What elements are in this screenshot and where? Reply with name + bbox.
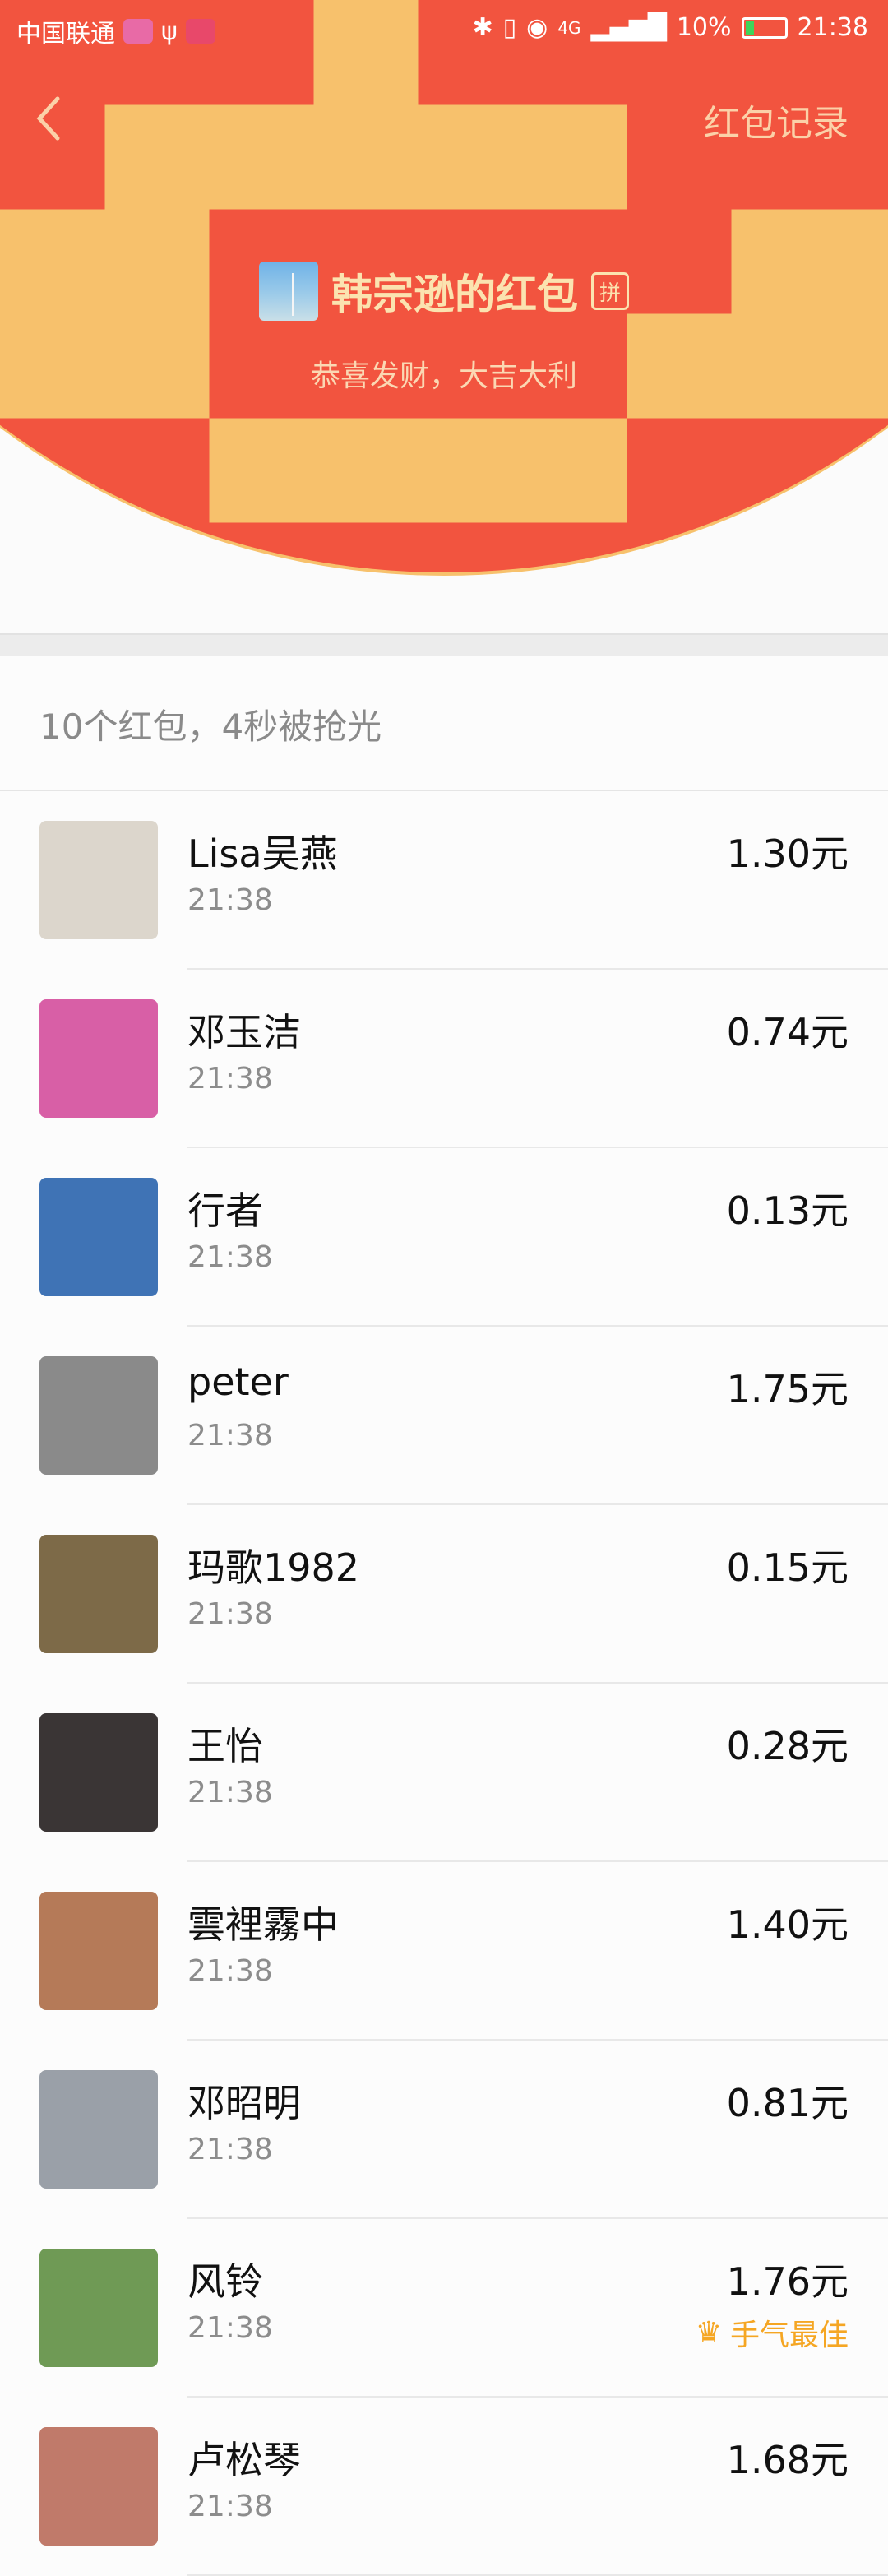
crown-icon: ♛: [695, 2315, 722, 2350]
avatar[interactable]: [39, 999, 158, 1118]
grab-time: 21:38: [187, 883, 273, 917]
list-item[interactable]: 王怡 21:38 0.28元: [0, 1684, 888, 1862]
recipient-name: Lisa吴燕: [187, 832, 338, 876]
back-button[interactable]: [30, 92, 69, 145]
usb-icon: ψ: [161, 16, 178, 46]
grab-time: 21:38: [187, 2311, 273, 2345]
recipient-name: 卢松琴: [187, 2438, 301, 2482]
best-luck-label: 手气最佳: [729, 2319, 849, 2352]
grab-time: 21:38: [187, 1597, 273, 1631]
greeting-message: 恭喜发财，大吉大利: [310, 359, 577, 393]
summary-bar: 10个红包，4秒被抢光: [0, 656, 888, 791]
avatar[interactable]: [39, 2070, 158, 2189]
grab-time: 21:38: [187, 1776, 273, 1809]
carrier-label: 中国联通: [16, 20, 115, 49]
amount: 1.75元: [726, 1367, 849, 1411]
recipient-name: 王怡: [187, 1724, 263, 1768]
list-item[interactable]: 邓玉洁 21:38 0.74元: [0, 970, 888, 1148]
list-item[interactable]: 玛歌1982 21:38 0.15元: [0, 1505, 888, 1684]
grab-time: 21:38: [187, 1954, 273, 1988]
eye-icon: ◉: [526, 13, 548, 42]
status-bar: 中国联通 ψ ✱ ▯ ◉ 4G ▂▄▆█ 10% 21:38: [0, 0, 888, 59]
avatar[interactable]: [39, 2249, 158, 2367]
list-item[interactable]: 卢松琴 21:38 1.68元: [0, 2398, 888, 2576]
recipient-name: 玛歌1982: [187, 1545, 360, 1590]
list-item[interactable]: 风铃 21:38 1.76元 ♛ 手气最佳: [0, 2219, 888, 2398]
grab-time: 21:38: [187, 1419, 273, 1452]
avatar[interactable]: [39, 1356, 158, 1475]
best-luck-badge: ♛ 手气最佳: [696, 2311, 849, 2354]
avatar[interactable]: [39, 1535, 158, 1653]
avatar[interactable]: [39, 1178, 158, 1296]
list-item[interactable]: 行者 21:38 0.13元: [0, 1148, 888, 1327]
amount: 0.28元: [726, 1724, 849, 1768]
app-notification-icon: [123, 19, 153, 44]
vibrate-icon: ▯: [502, 13, 517, 42]
recipient-name: 邓玉洁: [187, 1010, 301, 1054]
avatar[interactable]: [39, 821, 158, 939]
recipient-name: 雲裡霧中: [187, 1902, 339, 1947]
amount: 1.68元: [726, 2438, 849, 2482]
list-item[interactable]: 邓昭明 21:38 0.81元: [0, 2041, 888, 2219]
avatar[interactable]: [39, 1892, 158, 2010]
sender-title: 韩宗逊的红包: [331, 271, 578, 318]
summary-text: 10个红包，4秒被抢光: [39, 707, 382, 747]
grab-time: 21:38: [187, 2490, 273, 2523]
avatar[interactable]: [39, 2427, 158, 2546]
amount: 0.81元: [726, 2081, 849, 2125]
list-item[interactable]: 雲裡霧中 21:38 1.40元: [0, 1862, 888, 2041]
record-list: Lisa吴燕 21:38 1.30元邓玉洁 21:38 0.74元行者 21:38 0.13…: [0, 791, 888, 2576]
chevron-left-icon: [36, 96, 60, 141]
amount: 1.40元: [726, 1902, 849, 1947]
amount: 0.13元: [726, 1188, 849, 1233]
grab-time: 21:38: [187, 1240, 273, 1274]
battery-icon: [741, 16, 788, 39]
list-item[interactable]: Lisa吴燕 21:38 1.30元: [0, 791, 888, 970]
list-item[interactable]: peter 21:38 1.75元: [0, 1327, 888, 1505]
recipient-name: 风铃: [187, 2259, 263, 2304]
grab-time: 21:38: [187, 1062, 273, 1096]
battery-percent: 10%: [676, 13, 732, 42]
bluetooth-icon: ✱: [472, 13, 493, 42]
pin-badge[interactable]: 拼: [591, 272, 629, 310]
avatar[interactable]: [39, 1713, 158, 1832]
grab-time: 21:38: [187, 2133, 273, 2166]
recipient-name: 行者: [187, 1188, 263, 1233]
red-packet-header: 中国联通 ψ ✱ ▯ ◉ 4G ▂▄▆█ 10% 21:38 红包记录 韩宗逊的…: [0, 0, 888, 633]
amount: 0.15元: [726, 1545, 849, 1590]
recipient-name: 邓昭明: [187, 2081, 301, 2125]
sender-title-row: 韩宗逊的红包 拼: [0, 262, 888, 321]
signal-icon: ▂▄▆█: [590, 13, 667, 42]
network-label: 4G: [557, 17, 581, 38]
clock: 21:38: [797, 13, 868, 42]
section-divider: [0, 633, 888, 656]
recipient-name: peter: [187, 1360, 289, 1404]
amount: 0.74元: [726, 1010, 849, 1054]
red-packet-records-link[interactable]: 红包记录: [704, 94, 849, 146]
amount: 1.30元: [726, 832, 849, 876]
sender-avatar[interactable]: [259, 262, 318, 321]
amount: 1.76元: [726, 2259, 849, 2304]
app-notification-icon: [185, 19, 215, 44]
